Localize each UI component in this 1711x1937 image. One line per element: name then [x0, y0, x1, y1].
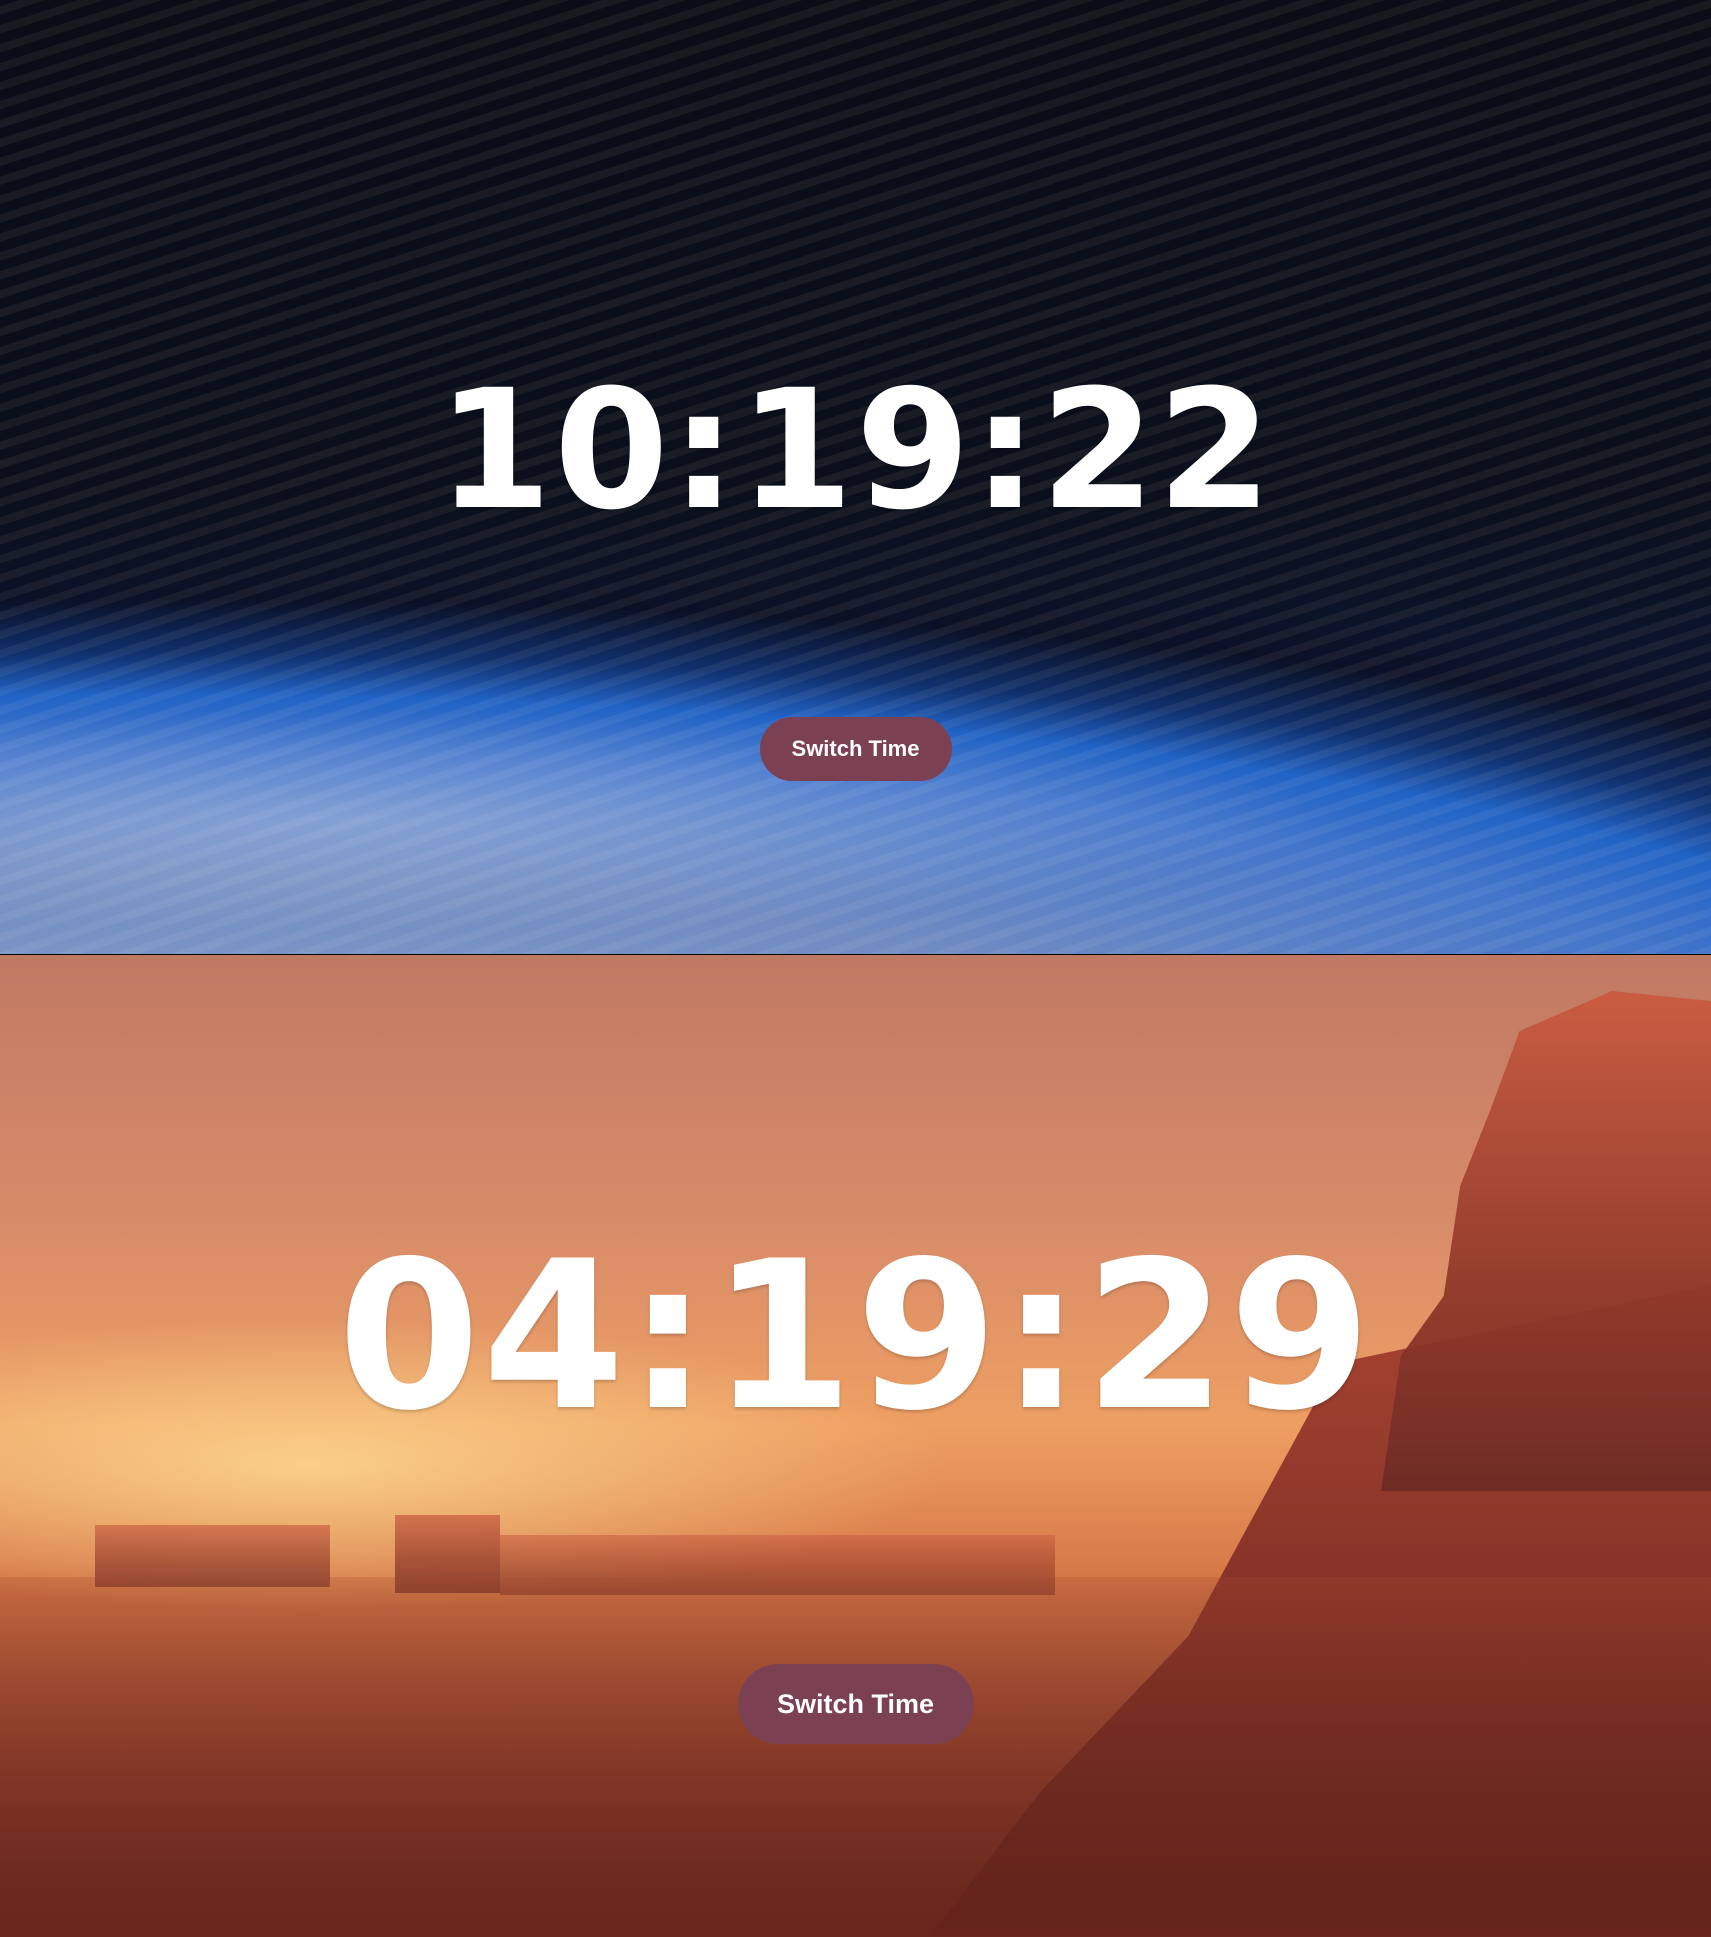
space-switch-time-button[interactable]: Switch Time	[759, 717, 952, 781]
space-time-display: 10:19:22	[437, 354, 1274, 546]
desert-time-display: 04:19:29	[337, 1218, 1374, 1456]
desert-switch-time-button[interactable]: Switch Time	[737, 1664, 974, 1744]
desert-floor	[0, 1577, 1711, 1937]
desert-sunset-clock-panel: 04:19:29 Switch Time	[0, 955, 1711, 1937]
earth-space-clock-panel: 10:19:22 Switch Time	[0, 0, 1711, 954]
